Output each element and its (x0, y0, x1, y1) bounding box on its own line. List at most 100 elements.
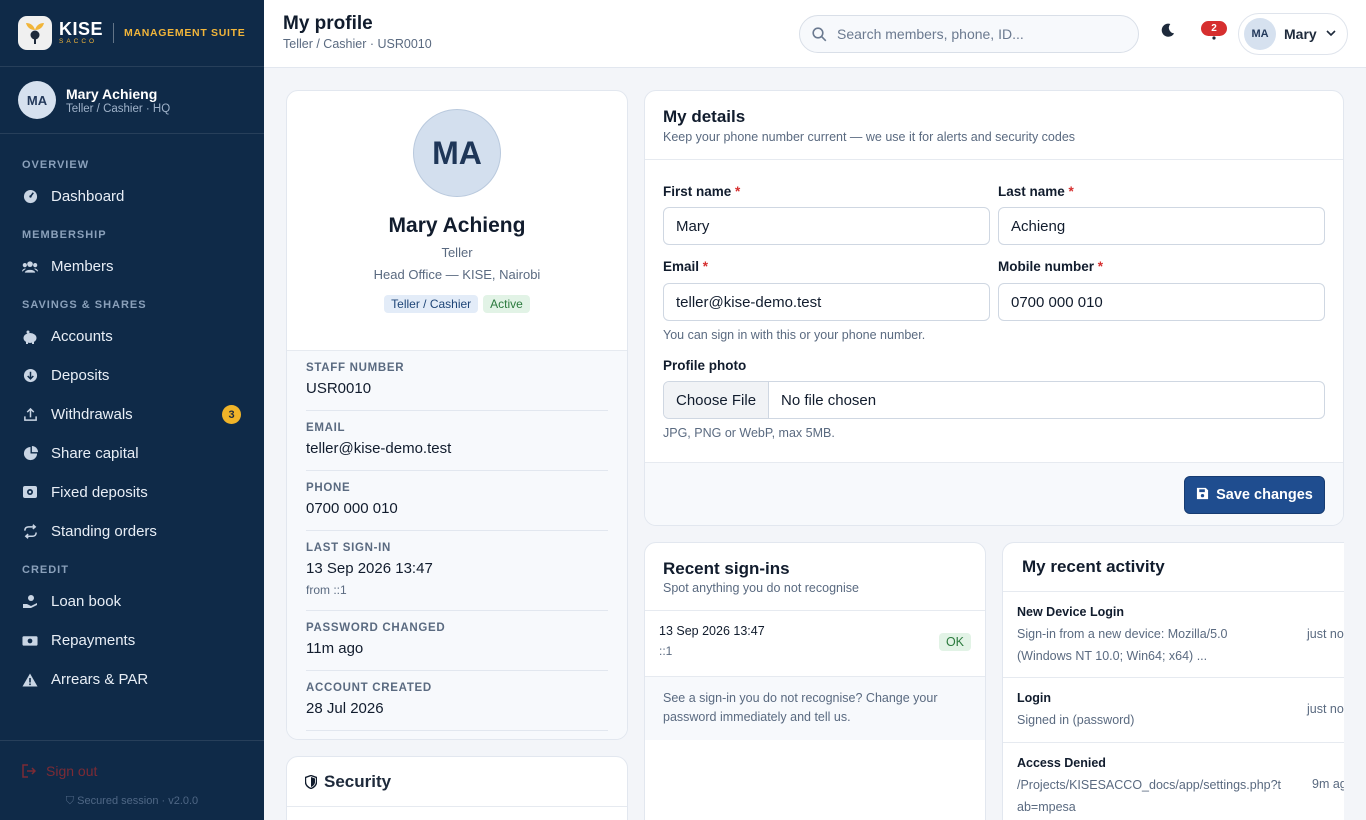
sidebar-item-label: Share capital (51, 445, 139, 462)
sidebar-item-withdrawals[interactable]: Withdrawals 3 (0, 395, 264, 434)
profile-name: Mary Achieng (388, 214, 526, 237)
user-menu[interactable]: MA Mary (1238, 13, 1348, 55)
first-name-field[interactable] (663, 207, 990, 245)
info-password-changed: PASSWORD CHANGED 11m ago (306, 611, 608, 671)
status-badge: OK (938, 633, 971, 651)
piggy-bank-icon (22, 329, 38, 345)
mobile-field[interactable] (998, 283, 1325, 321)
info-staff-number: STAFF NUMBER USR0010 (306, 351, 608, 411)
users-icon (22, 259, 38, 275)
pie-chart-icon (22, 446, 38, 462)
sidebar-user-name: Mary Achieng (66, 85, 158, 102)
sidebar-item-dashboard[interactable]: Dashboard (0, 177, 264, 216)
top-header: My profile Teller / Cashier · USR0010 2 … (264, 0, 1366, 68)
sidebar-item-label: Dashboard (51, 188, 125, 205)
last-name-label-text: Last name (998, 184, 1065, 199)
sidebar-nav: OVERVIEW Dashboard MEMBERSHIP Members SA… (0, 134, 264, 699)
activity-row-desc: Signed in (password) (1017, 713, 1135, 727)
activity-row-desc: /Projects/KISESACCO_docs/app/settings.ph… (1017, 778, 1282, 814)
info-value: 28 Jul 2026 (306, 700, 384, 717)
info-value: 0700 000 010 (306, 500, 398, 517)
search-box[interactable] (799, 15, 1139, 53)
sidebar-item-label: Withdrawals (51, 406, 133, 423)
sidebar-item-standing-orders[interactable]: Standing orders (0, 512, 264, 551)
signins-note: See a sign-in you do not recognise? Chan… (645, 677, 985, 740)
activity-row: Login Signed in (password) just now (1003, 678, 1344, 743)
page-title: My profile (283, 13, 373, 34)
signout-icon (22, 764, 36, 778)
sidebar-item-loan-book[interactable]: Loan book (0, 582, 264, 621)
info-value: 11m ago (306, 640, 364, 657)
info-account-created: ACCOUNT CREATED 28 Jul 2026 (306, 671, 608, 731)
sidebar-item-fixed-deposits[interactable]: Fixed deposits (0, 473, 264, 512)
info-label: PHONE (306, 482, 351, 494)
sidebar-user: MA Mary Achieng Teller / Cashier · HQ (0, 67, 264, 134)
info-value: 13 Sep 2026 13:47 (306, 560, 433, 577)
sidebar-item-label: Repayments (51, 632, 136, 649)
signout-button[interactable]: Sign out (0, 741, 264, 779)
email-label: Email * (663, 259, 708, 274)
info-label: ACCOUNT CREATED (306, 682, 432, 694)
signout-label: Sign out (46, 763, 98, 779)
sidebar-item-label: Accounts (51, 328, 113, 345)
sidebar-item-members[interactable]: Members (0, 247, 264, 286)
email-label-text: Email (663, 259, 700, 274)
section-savings: SAVINGS & SHARES (22, 299, 147, 311)
profile-photo-input[interactable]: Choose File No file chosen (663, 381, 1325, 419)
info-email: EMAIL teller@kise-demo.test (306, 411, 608, 471)
hand-coin-icon (22, 594, 38, 610)
profile-info-list: STAFF NUMBER USR0010 EMAIL teller@kise-d… (287, 351, 627, 739)
chevron-down-icon (1326, 29, 1336, 40)
signin-row: 13 Sep 2026 13:47 ::1 OK (645, 611, 985, 677)
details-form: First name * Last name * Email * Mobile … (645, 160, 1343, 462)
page-subtitle: Teller / Cashier · USR0010 (283, 37, 432, 51)
activity-row-title: Access Denied (1017, 756, 1106, 770)
save-button-label: Save changes (1216, 487, 1313, 503)
section-membership: MEMBERSHIP (22, 229, 107, 241)
choose-file-button[interactable]: Choose File (664, 382, 770, 418)
dark-mode-toggle[interactable] (1160, 22, 1175, 43)
shield-icon (305, 774, 317, 789)
profile-office: Head Office — KISE, Nairobi (373, 267, 541, 282)
required-mark: * (1097, 259, 1104, 274)
last-name-field[interactable] (998, 207, 1325, 245)
signin-ip: ::1 (659, 644, 673, 658)
sidebar-item-repayments[interactable]: Repayments (0, 621, 264, 660)
sidebar-item-deposits[interactable]: Deposits (0, 356, 264, 395)
sidebar-item-arrears[interactable]: Arrears & PAR (0, 660, 264, 699)
profile-photo-label: Profile photo (663, 358, 747, 373)
sidebar-item-label: Members (51, 258, 114, 275)
sidebar-item-label: Arrears & PAR (51, 671, 149, 688)
profile-avatar: MA (413, 109, 501, 197)
withdrawals-count-badge: 3 (222, 405, 241, 424)
email-field[interactable] (663, 283, 990, 321)
money-icon (22, 633, 38, 649)
save-button[interactable]: Save changes (1184, 476, 1325, 514)
info-label: EMAIL (306, 422, 346, 434)
sidebar-item-label: Fixed deposits (51, 484, 148, 501)
details-subtitle: Keep your phone number current — we use … (663, 130, 1076, 144)
deposit-icon (22, 368, 38, 384)
sidebar-item-share-capital[interactable]: Share capital (0, 434, 264, 473)
avatar: MA (1244, 18, 1276, 50)
kise-logo-icon (18, 16, 52, 50)
info-last-sign-in: LAST SIGN-IN 13 Sep 2026 13:47 from ::1 (306, 531, 608, 611)
details-footer: Save changes (645, 462, 1343, 525)
profile-role: Teller (441, 245, 473, 260)
signins-subtitle: Spot anything you do not recognise (663, 581, 859, 595)
mobile-label-text: Mobile number (998, 259, 1095, 274)
sidebar: KISE SACCO MANAGEMENT SUITE MA Mary Achi… (0, 0, 264, 820)
sidebar-item-accounts[interactable]: Accounts (0, 317, 264, 356)
signins-title: Recent sign-ins (663, 559, 790, 578)
upload-icon (22, 407, 38, 423)
user-menu-name: Mary (1284, 26, 1317, 42)
required-mark: * (1068, 184, 1074, 199)
search-input[interactable] (837, 26, 1117, 42)
file-name-text: No file chosen (781, 391, 877, 409)
required-mark: * (735, 184, 741, 199)
security-card: Security (286, 756, 628, 820)
last-name-label: Last name * (998, 184, 1074, 199)
activity-row-time: just now (1307, 702, 1344, 716)
brand-tag: SACCO (59, 38, 98, 46)
photo-help-text: JPG, PNG or WebP, max 5MB. (663, 426, 835, 440)
